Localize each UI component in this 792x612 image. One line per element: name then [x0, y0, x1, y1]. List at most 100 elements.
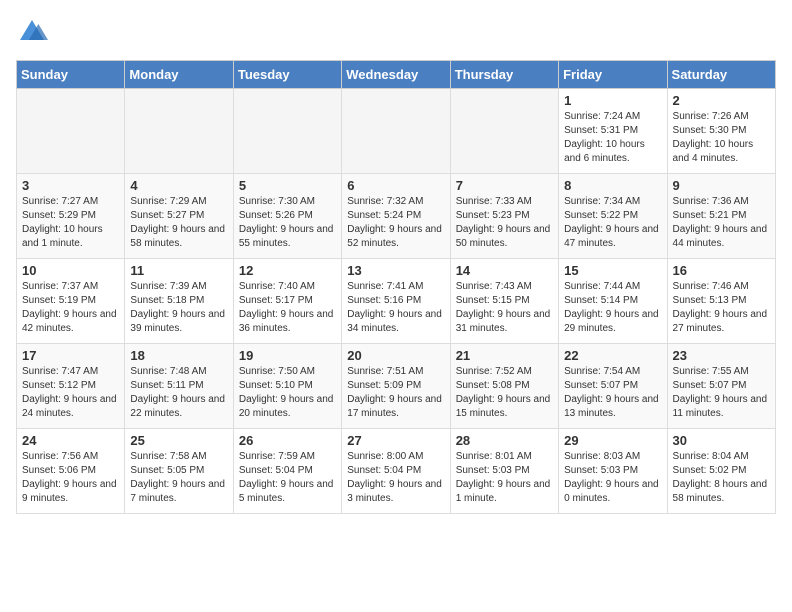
day-number: 27 [347, 433, 444, 448]
day-info: Sunrise: 7:26 AM Sunset: 5:30 PM Dayligh… [673, 110, 770, 166]
calendar-header-saturday: Saturday [667, 61, 775, 89]
calendar-cell: 2 Sunrise: 7:26 AM Sunset: 5:30 PM Daylig… [667, 89, 775, 174]
day-number: 11 [130, 263, 227, 278]
calendar-cell: 28 Sunrise: 8:01 AM Sunset: 5:03 PM Dayli… [450, 429, 558, 514]
day-info: Sunrise: 8:01 AM Sunset: 5:03 PM Dayligh… [456, 450, 553, 506]
calendar-cell: 10 Sunrise: 7:37 AM Sunset: 5:19 PM Dayli… [17, 259, 125, 344]
calendar-header-wednesday: Wednesday [342, 61, 450, 89]
day-info: Sunrise: 7:33 AM Sunset: 5:23 PM Dayligh… [456, 195, 553, 251]
day-info: Sunrise: 7:52 AM Sunset: 5:08 PM Dayligh… [456, 365, 553, 421]
day-info: Sunrise: 7:36 AM Sunset: 5:21 PM Dayligh… [673, 195, 770, 251]
logo-icon [16, 16, 48, 48]
day-info: Sunrise: 7:56 AM Sunset: 5:06 PM Dayligh… [22, 450, 119, 506]
day-number: 2 [673, 93, 770, 108]
day-number: 3 [22, 178, 119, 193]
day-number: 20 [347, 348, 444, 363]
day-info: Sunrise: 7:51 AM Sunset: 5:09 PM Dayligh… [347, 365, 444, 421]
day-info: Sunrise: 7:54 AM Sunset: 5:07 PM Dayligh… [564, 365, 661, 421]
calendar-cell: 24 Sunrise: 7:56 AM Sunset: 5:06 PM Dayli… [17, 429, 125, 514]
calendar-cell [17, 89, 125, 174]
calendar-cell: 26 Sunrise: 7:59 AM Sunset: 5:04 PM Dayli… [233, 429, 341, 514]
day-info: Sunrise: 7:59 AM Sunset: 5:04 PM Dayligh… [239, 450, 336, 506]
day-number: 16 [673, 263, 770, 278]
day-info: Sunrise: 7:39 AM Sunset: 5:18 PM Dayligh… [130, 280, 227, 336]
day-info: Sunrise: 7:50 AM Sunset: 5:10 PM Dayligh… [239, 365, 336, 421]
logo [16, 16, 54, 48]
calendar-cell: 27 Sunrise: 8:00 AM Sunset: 5:04 PM Dayli… [342, 429, 450, 514]
day-info: Sunrise: 7:24 AM Sunset: 5:31 PM Dayligh… [564, 110, 661, 166]
day-info: Sunrise: 7:47 AM Sunset: 5:12 PM Dayligh… [22, 365, 119, 421]
calendar-cell: 12 Sunrise: 7:40 AM Sunset: 5:17 PM Dayli… [233, 259, 341, 344]
day-info: Sunrise: 7:48 AM Sunset: 5:11 PM Dayligh… [130, 365, 227, 421]
day-number: 30 [673, 433, 770, 448]
calendar-cell: 20 Sunrise: 7:51 AM Sunset: 5:09 PM Dayli… [342, 344, 450, 429]
calendar-week-5: 24 Sunrise: 7:56 AM Sunset: 5:06 PM Dayli… [17, 429, 776, 514]
calendar-header-tuesday: Tuesday [233, 61, 341, 89]
calendar-cell: 14Sunrise: 7:43 AM Sunset: 5:15 PM Dayli… [450, 259, 558, 344]
calendar-week-1: 1 Sunrise: 7:24 AM Sunset: 5:31 PM Daylig… [17, 89, 776, 174]
calendar-cell [450, 89, 558, 174]
day-number: 12 [239, 263, 336, 278]
day-number: 24 [22, 433, 119, 448]
calendar-cell: 9 Sunrise: 7:36 AM Sunset: 5:21 PM Daylig… [667, 174, 775, 259]
day-number: 29 [564, 433, 661, 448]
day-info: Sunrise: 7:30 AM Sunset: 5:26 PM Dayligh… [239, 195, 336, 251]
calendar-cell: 5 Sunrise: 7:30 AM Sunset: 5:26 PM Daylig… [233, 174, 341, 259]
day-number: 18 [130, 348, 227, 363]
calendar-cell: 18 Sunrise: 7:48 AM Sunset: 5:11 PM Dayli… [125, 344, 233, 429]
day-number: 4 [130, 178, 227, 193]
calendar-cell: 15 Sunrise: 7:44 AM Sunset: 5:14 PM Dayli… [559, 259, 667, 344]
day-number: 1 [564, 93, 661, 108]
calendar-week-4: 17 Sunrise: 7:47 AM Sunset: 5:12 PM Dayli… [17, 344, 776, 429]
day-number: 21 [456, 348, 553, 363]
day-info: Sunrise: 7:29 AM Sunset: 5:27 PM Dayligh… [130, 195, 227, 251]
calendar-header-friday: Friday [559, 61, 667, 89]
day-number: 15 [564, 263, 661, 278]
day-number: 9 [673, 178, 770, 193]
day-number: 19 [239, 348, 336, 363]
calendar-cell: 11 Sunrise: 7:39 AM Sunset: 5:18 PM Dayli… [125, 259, 233, 344]
calendar-week-3: 10 Sunrise: 7:37 AM Sunset: 5:19 PM Dayli… [17, 259, 776, 344]
day-number: 13 [347, 263, 444, 278]
day-number: 5 [239, 178, 336, 193]
calendar-cell [125, 89, 233, 174]
calendar-cell: 25Sunrise: 7:58 AM Sunset: 5:05 PM Dayli… [125, 429, 233, 514]
day-info: Sunrise: 7:34 AM Sunset: 5:22 PM Dayligh… [564, 195, 661, 251]
day-info: Sunrise: 7:40 AM Sunset: 5:17 PM Dayligh… [239, 280, 336, 336]
calendar-cell: 29 Sunrise: 8:03 AM Sunset: 5:03 PM Dayli… [559, 429, 667, 514]
calendar-header-thursday: Thursday [450, 61, 558, 89]
day-number: 8 [564, 178, 661, 193]
calendar-cell: 22 Sunrise: 7:54 AM Sunset: 5:07 PM Dayli… [559, 344, 667, 429]
calendar-cell: 13Sunrise: 7:41 AM Sunset: 5:16 PM Dayli… [342, 259, 450, 344]
calendar-cell: 8 Sunrise: 7:34 AM Sunset: 5:22 PM Daylig… [559, 174, 667, 259]
calendar-cell [342, 89, 450, 174]
day-number: 7 [456, 178, 553, 193]
calendar-cell: 21 Sunrise: 7:52 AM Sunset: 5:08 PM Dayli… [450, 344, 558, 429]
day-info: Sunrise: 7:37 AM Sunset: 5:19 PM Dayligh… [22, 280, 119, 336]
day-info: Sunrise: 7:32 AM Sunset: 5:24 PM Dayligh… [347, 195, 444, 251]
day-info: Sunrise: 7:44 AM Sunset: 5:14 PM Dayligh… [564, 280, 661, 336]
day-number: 26 [239, 433, 336, 448]
calendar-week-2: 3 Sunrise: 7:27 AM Sunset: 5:29 PM Daylig… [17, 174, 776, 259]
day-info: Sunrise: 7:27 AM Sunset: 5:29 PM Dayligh… [22, 195, 119, 251]
calendar-cell: 19 Sunrise: 7:50 AM Sunset: 5:10 PM Dayli… [233, 344, 341, 429]
day-number: 23 [673, 348, 770, 363]
calendar-cell: 3 Sunrise: 7:27 AM Sunset: 5:29 PM Daylig… [17, 174, 125, 259]
day-number: 22 [564, 348, 661, 363]
day-number: 28 [456, 433, 553, 448]
day-number: 6 [347, 178, 444, 193]
calendar-cell: 1 Sunrise: 7:24 AM Sunset: 5:31 PM Daylig… [559, 89, 667, 174]
day-number: 25 [130, 433, 227, 448]
day-number: 17 [22, 348, 119, 363]
day-info: Sunrise: 8:03 AM Sunset: 5:03 PM Dayligh… [564, 450, 661, 506]
calendar-header-sunday: Sunday [17, 61, 125, 89]
day-info: Sunrise: 8:00 AM Sunset: 5:04 PM Dayligh… [347, 450, 444, 506]
calendar-cell: 7 Sunrise: 7:33 AM Sunset: 5:23 PM Daylig… [450, 174, 558, 259]
calendar-header-monday: Monday [125, 61, 233, 89]
calendar-cell: 30Sunrise: 8:04 AM Sunset: 5:02 PM Dayli… [667, 429, 775, 514]
day-number: 10 [22, 263, 119, 278]
calendar-cell: 6 Sunrise: 7:32 AM Sunset: 5:24 PM Daylig… [342, 174, 450, 259]
page-header [16, 16, 776, 48]
day-info: Sunrise: 7:55 AM Sunset: 5:07 PM Dayligh… [673, 365, 770, 421]
calendar-cell: 17 Sunrise: 7:47 AM Sunset: 5:12 PM Dayli… [17, 344, 125, 429]
